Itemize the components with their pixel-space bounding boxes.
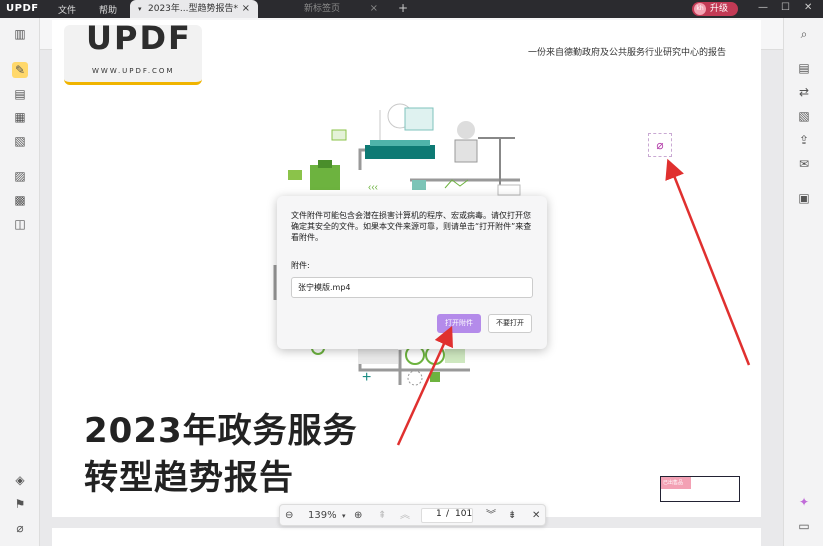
zoom-out-icon[interactable]: ⊖	[285, 509, 293, 523]
arrow-to-attachment-icon	[665, 158, 751, 366]
zoom-in-icon[interactable]: ⊕	[354, 509, 362, 523]
page-navigation-bar: ⊖ 139% ▾ ⊕ ⇞ ︽ ︾ ⇟ ✕	[279, 504, 546, 526]
last-page-icon[interactable]: ⇟	[508, 509, 516, 523]
arrow-to-open-button	[396, 325, 453, 446]
next-page-icon[interactable]: ︾	[486, 509, 496, 523]
zoom-dropdown-icon[interactable]: ▾	[342, 509, 346, 523]
close-bar-icon[interactable]: ✕	[532, 509, 540, 523]
previous-page-icon[interactable]: ︽	[400, 509, 410, 523]
first-page-icon[interactable]: ⇞	[378, 509, 386, 523]
zoom-level[interactable]: 139%	[308, 509, 337, 523]
current-page: 1	[436, 509, 442, 519]
total-pages: 101	[455, 509, 473, 519]
page-separator: /	[446, 509, 450, 519]
annotation-arrows	[396, 158, 751, 446]
